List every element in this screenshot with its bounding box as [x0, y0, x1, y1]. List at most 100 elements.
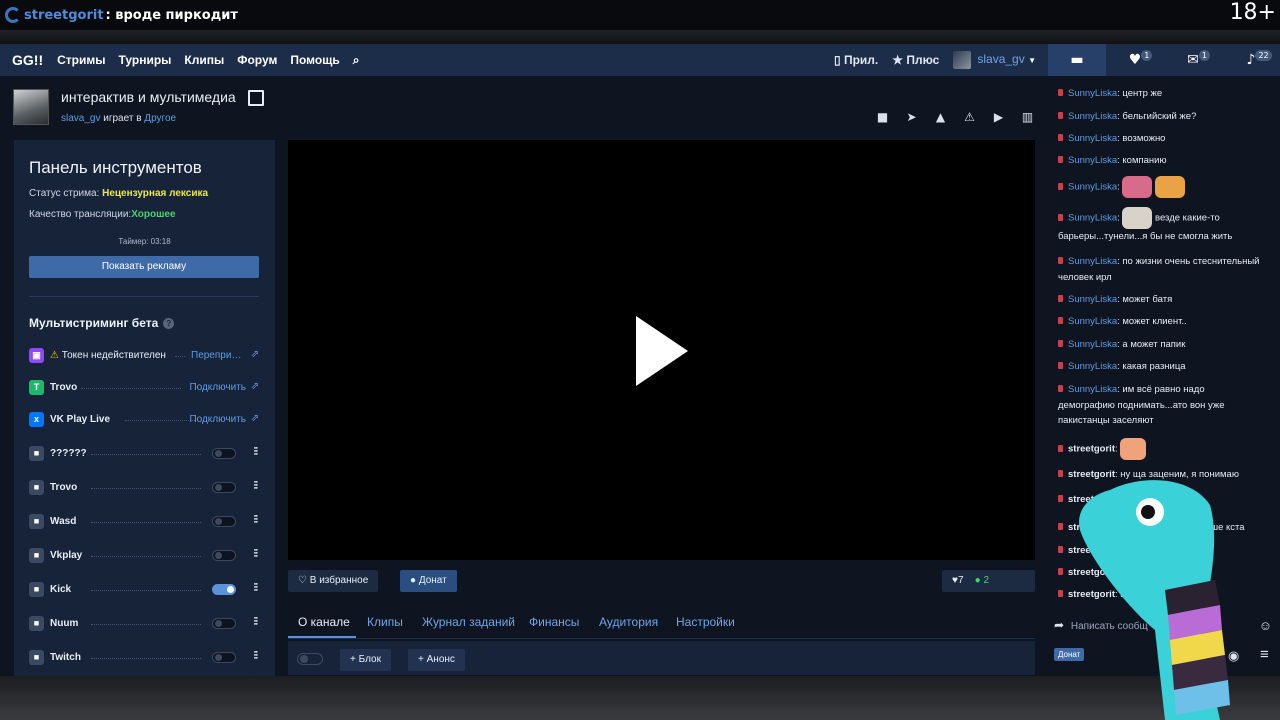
sock-puppet-overlay [1079, 480, 1230, 720]
settings-sliders-icon[interactable]: ⫶⫶ [254, 616, 258, 629]
playing-text: играет в [103, 113, 142, 124]
show-ad-button[interactable]: Показать рекламу [29, 256, 259, 278]
tab-finance[interactable]: Финансы [529, 615, 579, 629]
person-icon[interactable]: ▲ [934, 110, 947, 124]
mail-tab[interactable]: ✉ 1 [1164, 44, 1222, 76]
tab-audience[interactable]: Аудитория [599, 615, 658, 629]
toggle[interactable] [212, 482, 236, 493]
nav-forum[interactable]: Форум [237, 53, 277, 67]
plus-icon: + [418, 654, 424, 665]
nav-clips[interactable]: Клипы [184, 53, 224, 67]
add-announce-button[interactable]: + Анонс [408, 649, 465, 671]
tab-quests[interactable]: Журнал заданий [422, 615, 515, 629]
plus-link[interactable]: ★ Плюс [892, 53, 939, 67]
custom-stream-4: ■ Vkplay ⫶⫶ [29, 548, 259, 564]
chat-message: SunnyLiska: бельгийский же? [1058, 109, 1263, 125]
chat-user[interactable]: SunnyLiska [1068, 384, 1117, 395]
edit-icon[interactable] [248, 90, 264, 106]
warning-icon[interactable]: ⚠ [963, 110, 976, 124]
chat-message: SunnyLiska: компанию [1058, 153, 1263, 169]
channel-avatar[interactable] [13, 89, 49, 125]
external-link-icon[interactable]: ⇗ [251, 349, 259, 360]
share-icon[interactable]: ➤ [905, 110, 918, 124]
toggle[interactable] [212, 448, 236, 459]
chat-text: : [1114, 443, 1118, 455]
relink-button[interactable]: Перепривязать [191, 350, 246, 361]
likes-tab[interactable]: ♥ 1 [1106, 44, 1164, 76]
chat-user[interactable]: SunnyLiska [1068, 133, 1117, 144]
add-block-button[interactable]: + Блок [340, 649, 391, 671]
menu-icon[interactable]: ≡ [1260, 646, 1269, 663]
settings-sliders-icon[interactable]: ⫶⫶ [254, 480, 258, 493]
notif-badge: 22 [1255, 50, 1272, 61]
camera-icon[interactable]: ■ [876, 110, 889, 124]
external-link-icon[interactable]: ⇗ [251, 381, 259, 392]
user-menu[interactable]: slava_gv ▼ [953, 51, 1036, 69]
notifications-tab[interactable]: ♪ 22 [1222, 44, 1280, 76]
chat-user[interactable]: SunnyLiska [1068, 294, 1117, 305]
dots [91, 522, 201, 523]
chat-user[interactable]: SunnyLiska [1068, 316, 1117, 327]
toggle[interactable] [297, 653, 323, 665]
chat-user[interactable]: SunnyLiska [1068, 182, 1117, 193]
viewers-count: 2 [983, 575, 990, 586]
connect-button[interactable]: Подключить [189, 414, 246, 425]
chat-user[interactable]: SunnyLiska [1068, 111, 1117, 122]
platform-status: ⚠ Токен недействителен [50, 350, 166, 361]
chat-user[interactable]: streetgorit [1068, 444, 1115, 455]
mic-icon [1058, 495, 1063, 502]
search-icon[interactable]: ⌕ [353, 53, 360, 68]
app-link[interactable]: ▯ Прил. [834, 53, 878, 67]
smiley-icon[interactable]: ☺ [1259, 618, 1272, 633]
site-logo[interactable]: GG!! [12, 52, 43, 68]
toggle[interactable] [212, 550, 236, 561]
plus-label: Плюс [906, 53, 940, 67]
layout-icon[interactable]: ▥ [1021, 110, 1034, 124]
status-value[interactable]: Нецензурная лексика [102, 188, 208, 199]
chat-text: : бельгийский же? [1117, 111, 1197, 122]
chat-user[interactable]: SunnyLiska [1068, 256, 1117, 267]
play-icon[interactable]: ▶ [992, 110, 1005, 124]
connect-button[interactable]: Подключить [189, 382, 246, 393]
chat-user[interactable]: SunnyLiska [1068, 213, 1117, 224]
favorite-button[interactable]: ♡ В избранное [288, 570, 379, 592]
play-icon[interactable] [636, 316, 688, 386]
toggle[interactable] [212, 584, 236, 595]
donate-button[interactable]: ● Донат [400, 570, 457, 592]
phone-icon: ▯ [833, 53, 841, 67]
chat-text: : а может папик [1117, 339, 1186, 350]
chat-user[interactable]: SunnyLiska [1068, 155, 1117, 166]
video-player[interactable] [288, 140, 1035, 560]
chat-message: SunnyLiska: везде какие-то барьеры...тун… [1058, 207, 1263, 245]
channel-tabs: О канале Клипы Журнал заданий Финансы Ау… [288, 606, 1035, 639]
toggle[interactable] [212, 652, 236, 663]
tab-about[interactable]: О канале [298, 615, 350, 629]
settings-sliders-icon[interactable]: ⫶⫶ [254, 548, 258, 561]
category-link[interactable]: Другое [144, 113, 176, 124]
nav-streams[interactable]: Стримы [57, 53, 105, 67]
nav-help[interactable]: Помощь [290, 53, 339, 67]
toggle[interactable] [212, 516, 236, 527]
chat-user[interactable]: SunnyLiska [1068, 88, 1117, 99]
chat-tab[interactable]: ▬ [1048, 44, 1106, 76]
tab-clips[interactable]: Клипы [367, 615, 403, 629]
settings-sliders-icon[interactable]: ⫶⫶ [254, 446, 258, 459]
panel-title: Панель инструментов [29, 158, 202, 177]
stream-overlay-bar: streetgorit : вроде пиркодит 18+ [0, 0, 1280, 30]
camera-icon: ■ [29, 548, 44, 563]
dots [175, 356, 185, 357]
channel-user-link[interactable]: slava_gv [61, 113, 100, 124]
custom-stream-6: ■ Nuum ⫶⫶ [29, 616, 259, 632]
settings-sliders-icon[interactable]: ⫶⫶ [254, 582, 258, 595]
external-link-icon[interactable]: ⇗ [251, 413, 259, 424]
chat-user[interactable]: SunnyLiska [1068, 361, 1117, 372]
settings-sliders-icon[interactable]: ⫶⫶ [254, 514, 258, 527]
chat-user[interactable]: SunnyLiska [1068, 339, 1117, 350]
settings-sliders-icon[interactable]: ⫶⫶ [254, 650, 258, 663]
help-icon[interactable]: ? [163, 318, 175, 330]
camera-icon: ■ [29, 650, 44, 665]
toggle[interactable] [212, 618, 236, 629]
nav-tournaments[interactable]: Турниры [118, 53, 171, 67]
overlay-channel-name: streetgorit [24, 7, 104, 23]
tab-settings[interactable]: Настройки [676, 615, 735, 629]
